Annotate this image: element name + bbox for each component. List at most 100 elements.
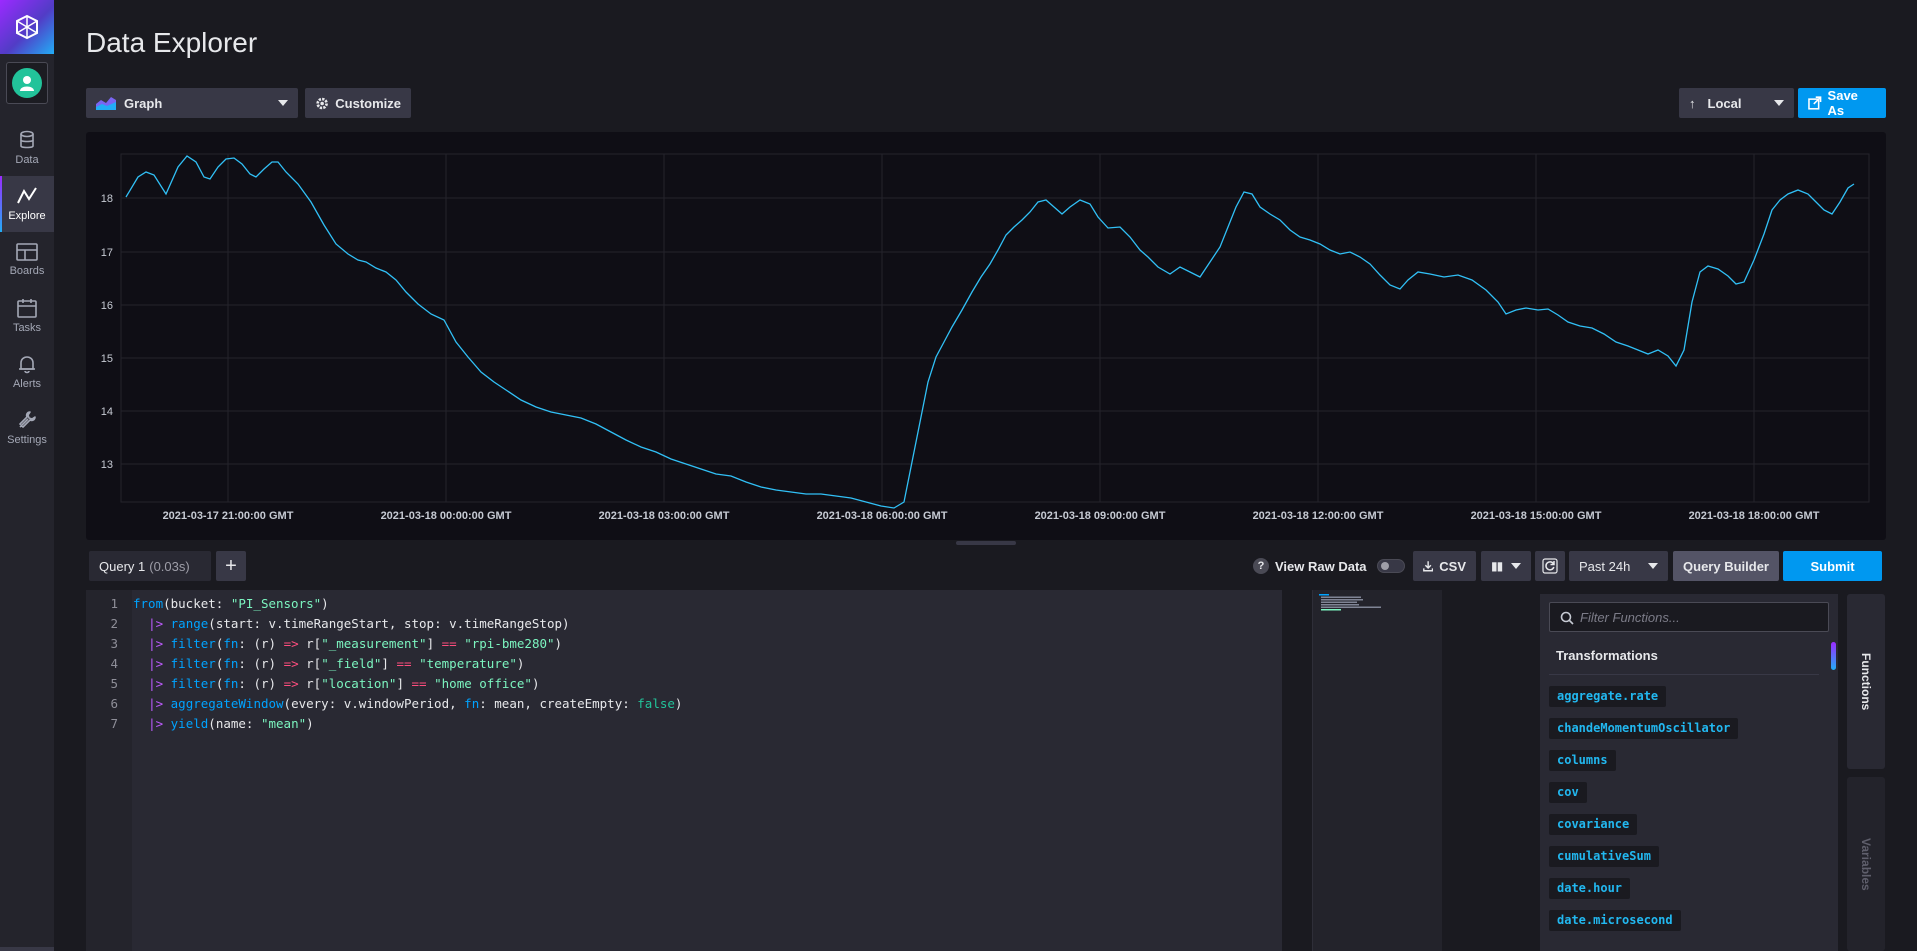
graph-panel[interactable]: 13 14 15 16 17 18 2021-03-17 21:00:00 GM… xyxy=(86,132,1886,540)
y-grid xyxy=(121,197,1869,465)
functions-panel: Filter Functions... Transformations aggr… xyxy=(1540,594,1838,951)
plus-icon: + xyxy=(225,554,237,577)
code-line[interactable]: 2 |> range(start: v.timeRangeStart, stop… xyxy=(86,614,569,634)
x-tick-label: 2021-03-18 09:00:00 GMT xyxy=(1035,510,1166,522)
view-raw-data-toggle[interactable]: ? View Raw Data xyxy=(1253,551,1405,581)
autorefresh-dropdown[interactable]: ▮▮ xyxy=(1481,551,1531,581)
function-item[interactable]: cumulativeSum xyxy=(1549,846,1659,867)
user-avatar-button[interactable] xyxy=(6,62,48,104)
tab-functions-label: Functions xyxy=(1859,652,1873,711)
raw-data-switch[interactable] xyxy=(1376,559,1405,573)
nav-item-data[interactable]: Data xyxy=(0,120,54,176)
chevron-down-icon xyxy=(1648,563,1658,569)
csv-download-button[interactable]: CSV xyxy=(1413,551,1476,581)
nav-item-boards[interactable]: Boards xyxy=(0,232,54,288)
scrollbar-thumb[interactable] xyxy=(1831,642,1836,670)
download-icon xyxy=(1423,561,1434,572)
function-item[interactable]: covariance xyxy=(1549,814,1638,835)
save-as-label: Save As xyxy=(1827,88,1858,118)
function-item[interactable]: chandeMomentumOscillator xyxy=(1549,718,1739,739)
view-raw-data-label: View Raw Data xyxy=(1275,558,1367,574)
function-item[interactable]: date.microsecond xyxy=(1549,910,1681,931)
divider xyxy=(1549,674,1819,675)
question-icon[interactable]: ? xyxy=(1253,558,1269,574)
graph-type-icon xyxy=(96,97,116,110)
time-range-dropdown[interactable]: Past 24h xyxy=(1569,551,1668,581)
view-type-dropdown[interactable]: Graph xyxy=(86,88,298,118)
customize-label: Customize xyxy=(335,95,401,111)
time-range-label: Past 24h xyxy=(1579,558,1631,574)
query-tab[interactable]: Query 1 (0.03s) xyxy=(89,551,211,581)
code-minimap[interactable] xyxy=(1312,590,1442,951)
wrench-icon xyxy=(19,411,36,428)
code-line[interactable]: 7 |> yield(name: "mean") xyxy=(86,714,313,734)
function-item[interactable]: date.hour xyxy=(1549,878,1631,899)
nav-label: Settings xyxy=(7,434,47,446)
code-line[interactable]: 6 |> aggregateWindow(every: v.windowPeri… xyxy=(86,694,682,714)
filter-placeholder: Filter Functions... xyxy=(1580,609,1680,625)
x-tick-label: 2021-03-18 18:00:00 GMT xyxy=(1689,510,1820,522)
code-line[interactable]: 4 |> filter(fn: (r) => r["_field"] == "t… xyxy=(86,654,524,674)
temperature-series-line xyxy=(125,155,1855,509)
line-graph: 13 14 15 16 17 18 2021-03-17 21:00:00 GM… xyxy=(101,153,1870,522)
x-tick-label: 2021-03-17 21:00:00 GMT xyxy=(163,510,294,522)
y-tick-label: 18 xyxy=(101,193,113,205)
dashboard-grid-icon xyxy=(16,243,38,261)
flux-code-editor[interactable]: 1 from(bucket: "PI_Sensors") 2 |> range(s… xyxy=(86,590,1282,951)
tab-variables[interactable]: Variables xyxy=(1847,777,1885,951)
view-type-label: Graph xyxy=(124,95,163,111)
y-tick-label: 15 xyxy=(101,353,113,365)
nav-item-settings[interactable]: Settings xyxy=(0,400,54,456)
y-tick-label: 14 xyxy=(101,406,113,418)
nav-item-alerts[interactable]: Alerts xyxy=(0,344,54,400)
code-line[interactable]: 3 |> filter(fn: (r) => r["_measurement"]… xyxy=(86,634,562,654)
chevron-down-icon xyxy=(1774,100,1784,106)
customize-button[interactable]: Customize xyxy=(305,88,411,118)
line-number: 1 xyxy=(110,596,118,611)
x-tick-label: 2021-03-18 03:00:00 GMT xyxy=(599,510,730,522)
function-list: aggregate.rate chandeMomentumOscillator … xyxy=(1549,686,1739,942)
y-tick-label: 16 xyxy=(101,300,113,312)
line-number: 5 xyxy=(110,676,118,691)
calendar-icon xyxy=(17,299,37,318)
line-number: 6 xyxy=(110,696,118,711)
x-tick-label: 2021-03-18 15:00:00 GMT xyxy=(1471,510,1602,522)
tab-functions[interactable]: Functions xyxy=(1847,594,1885,769)
nav-label: Explore xyxy=(8,210,46,222)
query-builder-button[interactable]: Query Builder xyxy=(1673,551,1779,581)
function-item[interactable]: columns xyxy=(1549,750,1616,771)
nav-item-tasks[interactable]: Tasks xyxy=(0,288,54,344)
gear-icon xyxy=(316,97,328,109)
x-grid xyxy=(227,154,1755,502)
y-tick-label: 17 xyxy=(101,247,113,259)
code-line[interactable]: 1 from(bucket: "PI_Sensors") xyxy=(86,594,328,614)
add-query-button[interactable]: + xyxy=(216,551,246,581)
refresh-button[interactable] xyxy=(1535,551,1565,581)
search-icon xyxy=(1560,611,1574,625)
left-nav: Data Explore Boards Tasks Alerts Setting… xyxy=(0,0,54,951)
function-item[interactable]: cov xyxy=(1549,782,1587,803)
graph-line-icon xyxy=(17,187,37,204)
filter-functions-input[interactable]: Filter Functions... xyxy=(1549,602,1829,632)
csv-label: CSV xyxy=(1439,558,1466,574)
timezone-dropdown[interactable]: ↑ Local xyxy=(1679,88,1794,118)
export-icon xyxy=(1808,96,1822,110)
influxdb-logo-icon[interactable] xyxy=(0,0,54,54)
timezone-icon: ↑ xyxy=(1689,95,1696,111)
nav-label: Boards xyxy=(9,265,45,277)
submit-button[interactable]: Submit xyxy=(1783,551,1882,581)
resize-handle[interactable] xyxy=(956,541,1016,545)
tab-variables-label: Variables xyxy=(1859,837,1873,891)
function-item[interactable]: aggregate.rate xyxy=(1549,686,1667,707)
nav-label: Data xyxy=(15,154,39,166)
refresh-icon xyxy=(1542,558,1558,574)
save-as-button[interactable]: Save As xyxy=(1798,88,1886,118)
avatar xyxy=(12,68,42,98)
nav-label: Tasks xyxy=(12,322,42,334)
nav-item-explore[interactable]: Explore xyxy=(0,176,54,232)
query-builder-label: Query Builder xyxy=(1683,558,1769,574)
x-tick-label: 2021-03-18 12:00:00 GMT xyxy=(1253,510,1384,522)
pause-icon: ▮▮ xyxy=(1491,559,1503,573)
page-title: Data Explorer xyxy=(86,27,258,58)
code-line[interactable]: 5 |> filter(fn: (r) => r["location"] == … xyxy=(86,674,539,694)
